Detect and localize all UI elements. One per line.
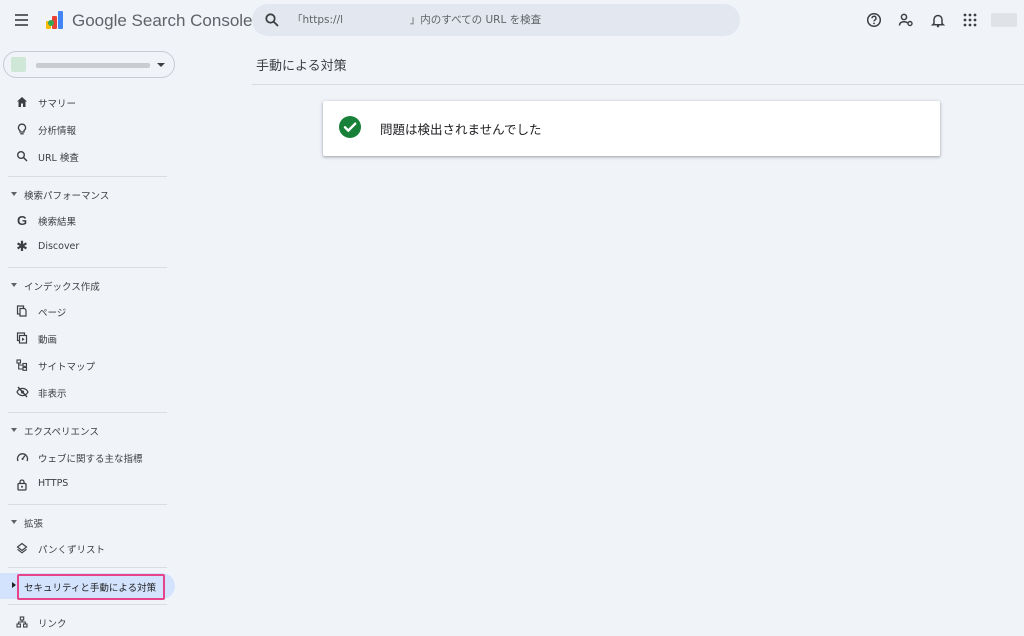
manage-users-icon[interactable] (896, 10, 916, 30)
sidebar-item-label: 分析情報 (38, 126, 77, 137)
divider (8, 412, 167, 413)
sidebar-item-label: ページ (38, 308, 67, 319)
sidebar-item-label: ウェブに関する主な指標 (38, 454, 143, 465)
section-indexing[interactable]: インデックス作成 (0, 273, 175, 298)
layers-icon (15, 541, 29, 555)
app-title[interactable]: Google Search Console (72, 11, 253, 31)
caret-down-icon (11, 520, 17, 524)
section-label: インデックス作成 (24, 282, 100, 293)
check-circle-icon (339, 116, 361, 138)
sidebar-item-url-inspection[interactable]: URL 検査 (0, 143, 175, 170)
divider (252, 84, 1024, 85)
links-icon (15, 615, 29, 629)
divider (8, 567, 167, 568)
section-experience[interactable]: エクスペリエンス (0, 418, 175, 443)
sitemap-icon (15, 358, 29, 372)
sidebar-item-search-results[interactable]: G 検索結果 (0, 207, 175, 234)
divider (8, 604, 167, 605)
sidebar-item-label: パンくずリスト (38, 545, 105, 556)
avatar[interactable] (991, 13, 1017, 27)
notifications-icon[interactable] (928, 10, 948, 30)
search-input[interactable] (292, 4, 722, 36)
sidebar-item-https[interactable]: HTTPS (0, 471, 175, 498)
sidebar-item-removals[interactable]: 非表示 (0, 379, 175, 406)
sidebar-item-summary[interactable]: サマリー (0, 89, 175, 116)
sidebar-item-label: 非表示 (38, 389, 67, 400)
section-enhancements[interactable]: 拡張 (0, 510, 175, 535)
search-console-logo-icon (46, 11, 63, 29)
home-icon (15, 95, 29, 109)
speed-icon (15, 450, 29, 464)
lightbulb-icon (15, 122, 29, 136)
property-name-redacted (36, 63, 150, 68)
sidebar-item-core-web-vitals[interactable]: ウェブに関する主な指標 (0, 444, 175, 471)
url-inspection-search[interactable] (252, 4, 740, 36)
sidebar-item-security-manual-actions[interactable]: セキュリティと手動による対策 (0, 573, 175, 600)
sidebar-item-label: リンク (38, 619, 67, 630)
property-favicon (11, 57, 26, 72)
search-icon (15, 149, 29, 163)
help-icon[interactable] (864, 10, 884, 30)
section-search-performance[interactable]: 検索パフォーマンス (0, 182, 175, 207)
visibility-off-icon (15, 385, 29, 399)
asterisk-icon: ✱ (16, 239, 28, 255)
section-label: 検索パフォーマンス (24, 191, 110, 202)
page-title: 手動による対策 (256, 59, 347, 74)
pages-icon (15, 304, 29, 318)
caret-right-icon (12, 582, 16, 588)
menu-icon[interactable] (12, 10, 32, 30)
sidebar-item-label: 動画 (38, 335, 58, 346)
sidebar-item-label: HTTPS (38, 478, 69, 489)
sidebar-item-breadcrumbs[interactable]: パンくずリスト (0, 535, 175, 562)
sidebar-item-label: Discover (38, 241, 80, 252)
sidebar-item-label: サマリー (38, 99, 77, 110)
caret-down-icon (11, 192, 17, 196)
section-label: 拡張 (24, 519, 44, 530)
sidebar-item-sitemaps[interactable]: サイトマップ (0, 352, 175, 379)
video-icon (15, 331, 29, 345)
divider (8, 176, 167, 177)
status-card: 問題は検出されませんでした (323, 101, 940, 156)
divider (8, 504, 167, 505)
lock-icon (15, 477, 29, 491)
sidebar-item-discover[interactable]: ✱ Discover (0, 234, 175, 261)
sidebar-item-label: サイトマップ (38, 362, 96, 373)
top-app-bar: Google Search Console (0, 0, 1024, 42)
section-label: セキュリティと手動による対策 (24, 583, 157, 594)
property-selector[interactable] (3, 51, 175, 78)
search-icon[interactable] (264, 12, 280, 28)
sidebar-item-pages[interactable]: ページ (0, 298, 175, 325)
sidebar-item-video[interactable]: 動画 (0, 325, 175, 352)
caret-down-icon (11, 283, 17, 287)
status-message: 問題は検出されませんでした (380, 122, 542, 137)
caret-down-icon (157, 63, 165, 67)
sidebar-item-label: URL 検査 (38, 153, 79, 164)
google-g-icon: G (16, 212, 28, 228)
apps-icon[interactable] (960, 10, 980, 30)
section-label: エクスペリエンス (24, 427, 99, 438)
sidebar-item-insights[interactable]: 分析情報 (0, 116, 175, 143)
caret-down-icon (11, 428, 17, 432)
divider (8, 267, 167, 268)
sidebar-item-label: 検索結果 (38, 217, 77, 228)
